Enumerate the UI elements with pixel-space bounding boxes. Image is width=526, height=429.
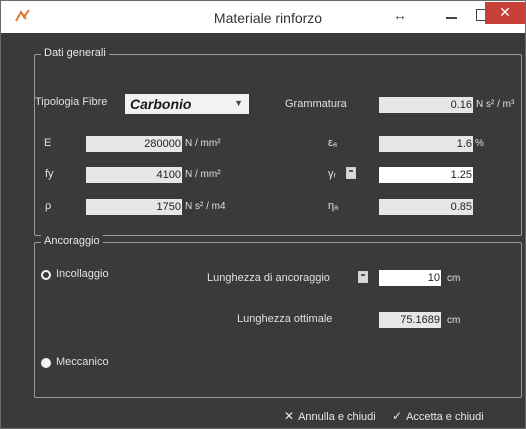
check-icon: ✓ bbox=[392, 409, 403, 423]
tipologia-label: Tipologia Fibre bbox=[35, 96, 108, 108]
E-label: E bbox=[44, 137, 52, 149]
tipologia-select[interactable]: Carbonio ▼ bbox=[125, 94, 249, 114]
minimize-button[interactable] bbox=[437, 5, 467, 27]
incollaggio-radio[interactable] bbox=[41, 270, 51, 280]
close-button[interactable]: ✕ bbox=[485, 2, 525, 24]
gamma-label: γᵣ bbox=[328, 168, 337, 180]
group-title: Dati generali bbox=[41, 47, 109, 59]
eta-field[interactable]: 0.85 bbox=[379, 199, 473, 215]
E-field[interactable]: 280000 bbox=[86, 136, 182, 152]
fy-unit: N / mm² bbox=[185, 169, 221, 180]
lunghezza-ottimale-unit: cm bbox=[447, 315, 461, 326]
dati-generali-group: Dati generali Tipologia Fibre Carbonio ▼… bbox=[34, 47, 522, 236]
lunghezza-ancoraggio-label: Lunghezza di ancoraggio bbox=[207, 272, 330, 284]
lunghezza-ottimale-label: Lunghezza ottimale bbox=[237, 313, 333, 325]
rho-label: ρ bbox=[45, 200, 52, 212]
cancel-button[interactable]: ✕ Annulla e chiudi bbox=[284, 409, 376, 423]
accept-label: Accetta e chiudi bbox=[406, 411, 484, 423]
meccanico-radio[interactable] bbox=[41, 358, 51, 368]
eta-label: ηₐ bbox=[328, 200, 339, 212]
lunghezza-ottimale-field: 75.1689 bbox=[379, 312, 441, 328]
grammatura-field[interactable]: 0.16 bbox=[379, 97, 473, 113]
eps-field[interactable]: 1.6 bbox=[379, 136, 473, 152]
rho-unit: N s² / m4 bbox=[185, 201, 226, 212]
window: Materiale rinforzo ↔ ✕ Dati generali Tip… bbox=[0, 0, 526, 429]
calculator-icon[interactable] bbox=[358, 271, 368, 283]
accept-button[interactable]: ✓ Accetta e chiudi bbox=[392, 409, 484, 423]
x-icon: ✕ bbox=[284, 409, 295, 423]
resize-button[interactable]: ↔ bbox=[385, 7, 415, 29]
fy-field[interactable]: 4100 bbox=[86, 167, 182, 183]
eps-label: εₐ bbox=[328, 137, 337, 149]
grammatura-label: Grammatura bbox=[285, 98, 347, 110]
eps-unit: % bbox=[475, 138, 484, 149]
grammatura-unit: N s² / m³ bbox=[476, 99, 515, 110]
gamma-field[interactable]: 1.25 bbox=[379, 167, 473, 183]
title-bar: Materiale rinforzo ↔ ✕ bbox=[1, 1, 525, 33]
lunghezza-ancoraggio-field[interactable]: 10 bbox=[379, 270, 441, 286]
cancel-label: Annulla e chiudi bbox=[298, 411, 376, 423]
meccanico-label[interactable]: Meccanico bbox=[56, 356, 109, 368]
calculator-icon[interactable] bbox=[346, 167, 356, 179]
ancoraggio-group: Ancoraggio Incollaggio Lunghezza di anco… bbox=[34, 235, 522, 398]
group-title: Ancoraggio bbox=[41, 235, 103, 247]
fy-label: fy bbox=[45, 168, 54, 180]
chevron-down-icon: ▼ bbox=[234, 98, 243, 108]
incollaggio-label[interactable]: Incollaggio bbox=[56, 268, 109, 280]
tipologia-value: Carbonio bbox=[130, 96, 192, 112]
lunghezza-ancoraggio-unit: cm bbox=[447, 273, 461, 284]
E-unit: N / mm² bbox=[185, 138, 221, 149]
rho-field[interactable]: 1750 bbox=[86, 199, 182, 215]
